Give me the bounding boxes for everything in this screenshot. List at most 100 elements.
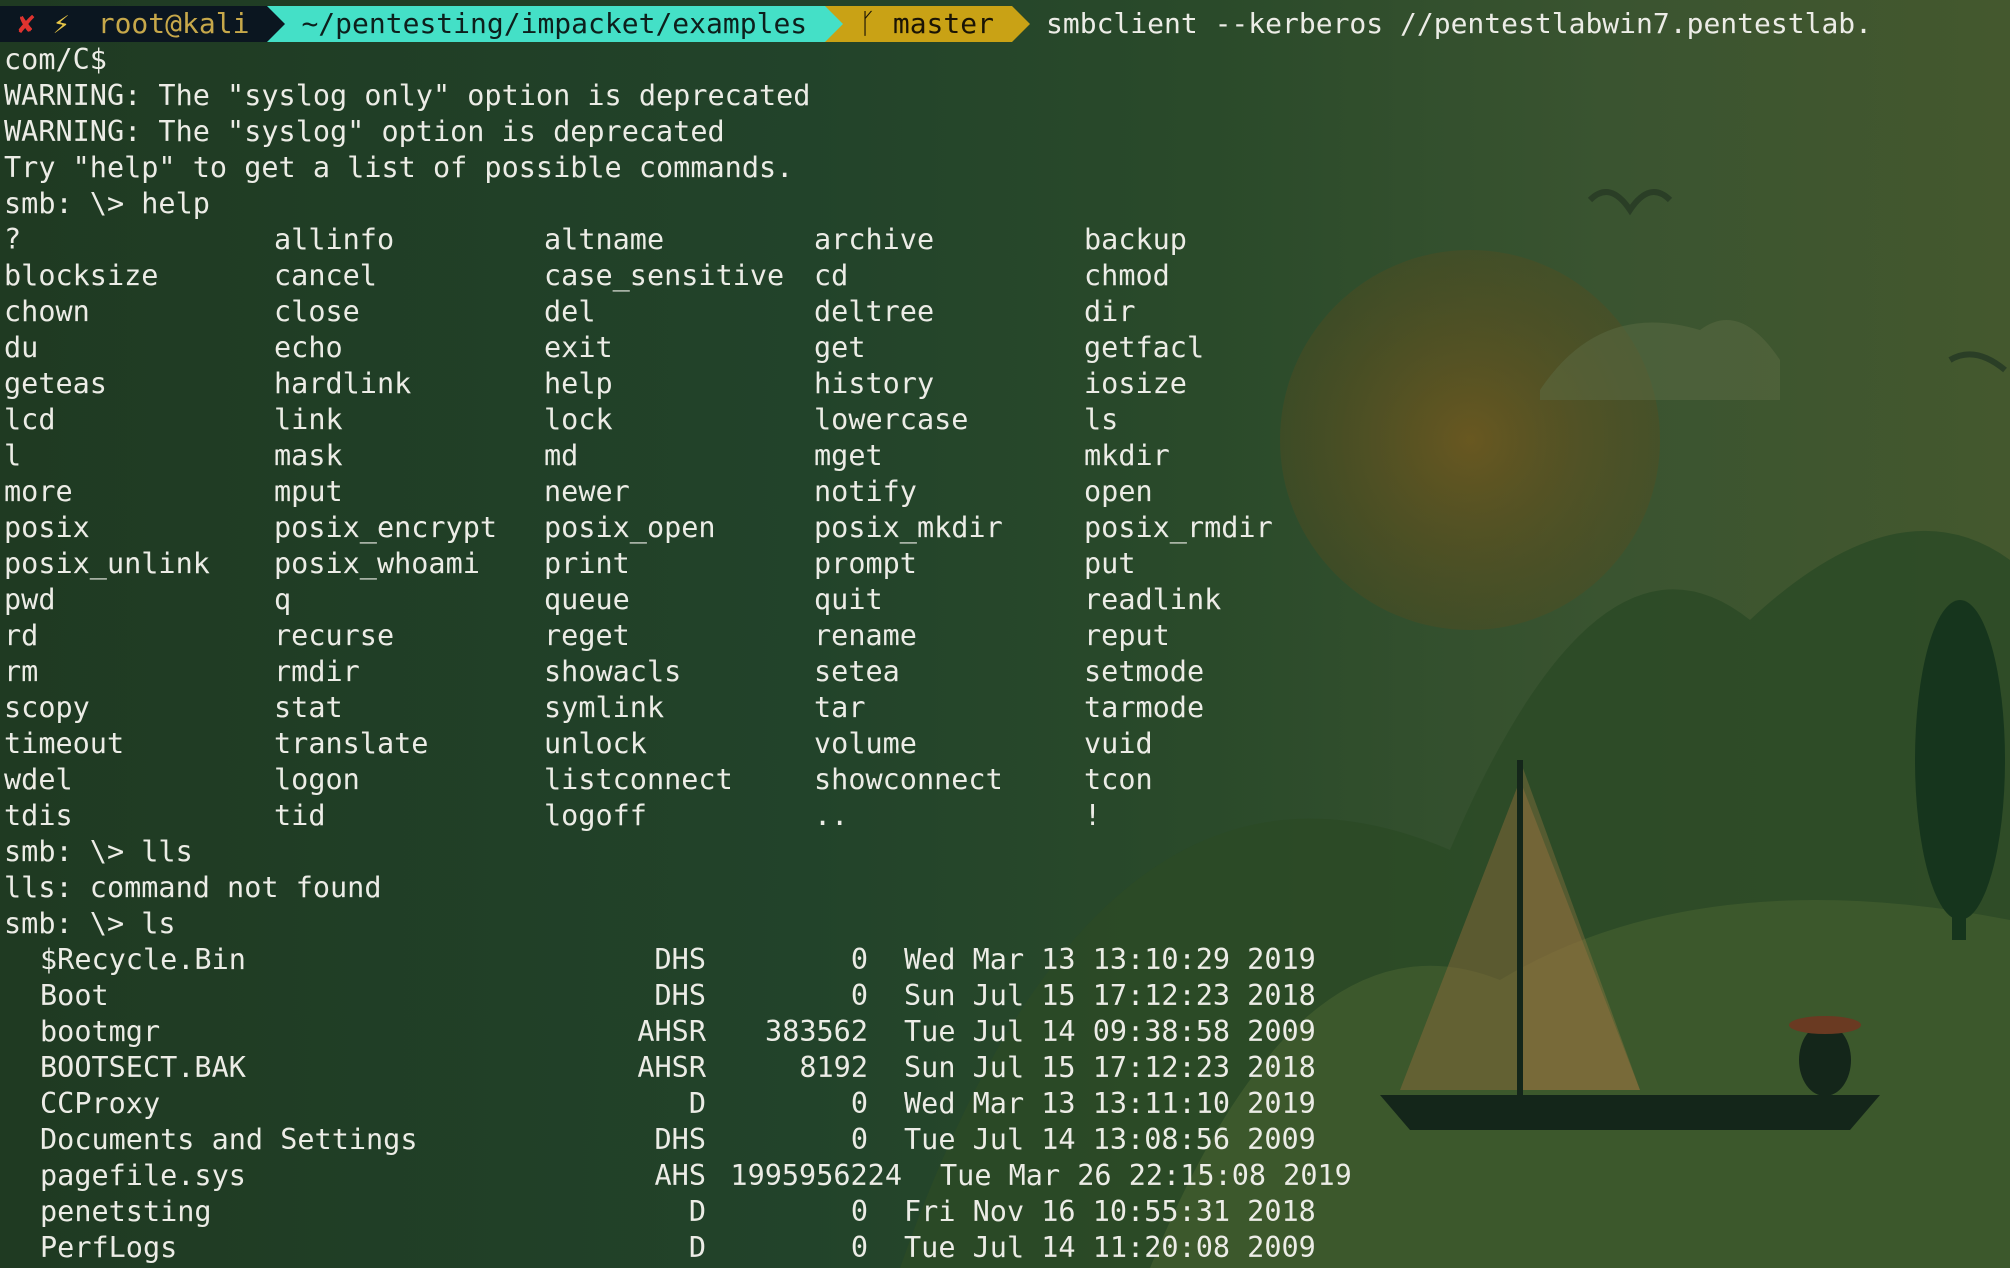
command-text: smbclient --kerberos //pentestlabwin7.pe… [1046,7,1873,40]
help-command-name: blocksize [4,259,159,292]
help-command-name: q [274,583,292,616]
help-command-name: mask [274,439,343,472]
ls-entry-row: Boot DHS 0 Sun Jul 15 17:12:23 2018 [0,978,2010,1014]
output-line: lls: command not found [4,871,382,904]
output-line: smb: \> help [4,187,210,220]
help-command-name: history [814,367,935,400]
help-command-name: case_sensitive [544,259,785,292]
file-date: Wed Mar 13 13:10:29 2019 [904,943,1316,976]
file-attributes: D [688,1231,706,1264]
prompt-path: ~/pentesting/impacket/examples [301,7,808,40]
help-command-name: chown [4,295,90,328]
help-command-name: mget [814,439,883,472]
shell-prompt: ✘ ⚡ root@kali ~/pentesting/impacket/examp… [0,6,1872,42]
file-date: Sun Jul 15 17:12:23 2018 [904,979,1316,1012]
ls-entry-row: PerfLogs D 0 Tue Jul 14 11:20:08 2009 [0,1230,2010,1266]
output-line: Try "help" to get a list of possible com… [4,151,794,184]
command-continuation: com/C$ [4,43,107,76]
help-command-name: logon [274,763,360,796]
help-command-name: tar [814,691,866,724]
help-command-name: posix_encrypt [274,511,498,544]
help-command-name: volume [814,727,917,760]
file-attributes: DHS [654,1123,706,1156]
help-command-name: more [4,475,73,508]
help-command-name: get [814,331,866,364]
file-size: 8192 [799,1051,868,1084]
help-command-name: tid [274,799,326,832]
help-command-name: open [1084,475,1153,508]
help-command-name: wdel [4,763,73,796]
x-icon: ✘ [18,7,35,40]
help-command-name: lowercase [814,403,969,436]
help-command-name: posix_mkdir [814,511,1003,544]
terminal-window[interactable]: ✘ ⚡ root@kali ~/pentesting/impacket/examp… [0,0,2010,1268]
file-date: Tue Mar 26 22:15:08 2019 [940,1159,1352,1192]
file-name: Boot [40,979,109,1012]
help-command-name: allinfo [274,223,395,256]
help-command-name: showconnect [814,763,1003,796]
help-command-name: ? [4,223,22,256]
ls-entry-row: CCProxy D 0 Wed Mar 13 13:11:10 2019 [0,1086,2010,1122]
help-command-name: help [544,367,613,400]
output-line: smb: \> ls [4,907,176,940]
help-command-name: posix_rmdir [1084,511,1273,544]
prompt-git-segment: ᚴ master [825,6,1030,42]
prompt-path-segment: ~/pentesting/impacket/examples [267,6,844,42]
prompt-user-segment: root@kali [77,6,286,42]
file-size: 383562 [765,1015,868,1048]
help-command-name: iosize [1084,367,1187,400]
help-command-name: echo [274,331,343,364]
help-command-name: del [544,295,596,328]
file-attributes: D [688,1087,706,1120]
help-command-name: posix [4,511,90,544]
ls-entry-row: BOOTSECT.BAK AHSR 8192 Sun Jul 15 17:12:23 … [0,1050,2010,1086]
output-line: WARNING: The "syslog only" option is dep… [4,79,811,112]
help-command-name: newer [544,475,630,508]
help-command-name: md [544,439,579,472]
help-command-name: posix_open [544,511,716,544]
help-command-name: reget [544,619,630,652]
help-command-name: exit [544,331,613,364]
help-command-name: cancel [274,259,377,292]
help-command-name: posix_whoami [274,547,480,580]
file-size: 0 [850,979,868,1012]
help-command-name: chmod [1084,259,1170,292]
file-date: Wed Mar 13 13:11:10 2019 [904,1087,1316,1120]
help-command-name: stat [274,691,343,724]
help-command-name: print [544,547,630,580]
help-command-name: mkdir [1084,439,1170,472]
help-command-name: readlink [1084,583,1222,616]
help-command-name: put [1084,547,1136,580]
help-command-name: rm [4,655,39,688]
output-line: smb: \> lls [4,835,193,868]
ls-entry-row: pagefile.sys AHS 1995956224 Tue Mar 26 22:1… [0,1158,2010,1194]
ls-entry-row: penetsting D 0 Fri Nov 16 10:55:31 2018 [0,1194,2010,1230]
file-name: CCProxy [40,1087,161,1120]
git-branch-icon: ᚴ [859,7,893,40]
help-command-name: logoff [544,799,647,832]
help-command-name: queue [544,583,630,616]
help-command-name: prompt [814,547,917,580]
file-date: Fri Nov 16 10:55:31 2018 [904,1195,1316,1228]
ls-entry-row: $Recycle.Bin DHS 0 Wed Mar 13 13:10:29 2019 [0,942,2010,978]
help-command-name: mput [274,475,343,508]
help-command-name: vuid [1084,727,1153,760]
help-command-name: tcon [1084,763,1153,796]
help-command-name: link [274,403,343,436]
help-command-name: notify [814,475,917,508]
file-name: BOOTSECT.BAK [40,1051,246,1084]
help-command-name: hardlink [274,367,412,400]
file-date: Tue Jul 14 09:38:58 2009 [904,1015,1316,1048]
ls-entry-row: bootmgr AHSR 383562 Tue Jul 14 09:38:58 200… [0,1014,2010,1050]
help-command-name: ! [1084,799,1102,832]
ls-entry-row: Documents and Settings DHS 0 Tue Jul 14 13:… [0,1122,2010,1158]
file-date: Tue Jul 14 11:20:08 2009 [904,1231,1316,1264]
help-command-name: tarmode [1084,691,1205,724]
help-command-name: getfacl [1084,331,1205,364]
help-command-name: rd [4,619,39,652]
bolt-icon: ⚡ [52,7,70,40]
prompt-user-host: root@kali [97,7,250,40]
help-command-name: setea [814,655,900,688]
help-command-name: ls [1084,403,1119,436]
help-command-name: tdis [4,799,73,832]
